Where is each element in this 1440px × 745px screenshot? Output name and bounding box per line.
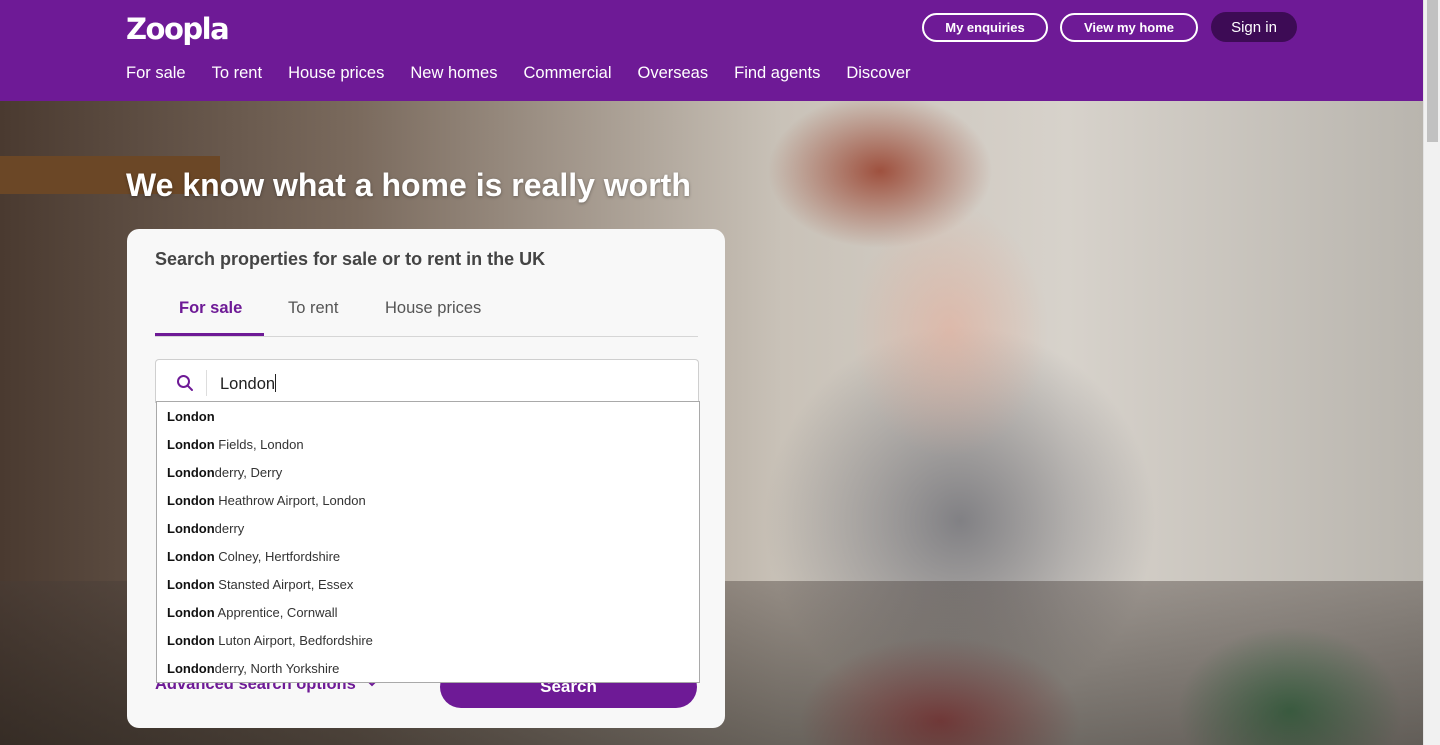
nav-for-sale[interactable]: For sale — [126, 64, 186, 83]
search-input[interactable]: London — [220, 374, 277, 394]
nav-find-agents[interactable]: Find agents — [734, 64, 820, 83]
sign-in-button[interactable]: Sign in — [1211, 12, 1297, 42]
suggestion-item[interactable]: London Colney, Hertfordshire — [167, 549, 340, 564]
nav-overseas[interactable]: Overseas — [638, 64, 709, 83]
autocomplete-dropdown: London London Fields, London Londonderry… — [156, 401, 700, 683]
tab-house-prices[interactable]: House prices — [385, 299, 481, 318]
suggestion-item[interactable]: London Fields, London — [167, 437, 304, 452]
location-search-field[interactable]: London — [155, 359, 699, 403]
nav-new-homes[interactable]: New homes — [410, 64, 497, 83]
view-my-home-button[interactable]: View my home — [1060, 13, 1198, 42]
tab-for-sale[interactable]: For sale — [179, 299, 242, 318]
suggestion-item[interactable]: Londonderry, Derry — [167, 465, 282, 480]
page-scrollbar[interactable] — [1423, 0, 1440, 745]
suggestion-item[interactable]: London Luton Airport, Bedfordshire — [167, 633, 373, 648]
nav-discover[interactable]: Discover — [846, 64, 910, 83]
suggestion-item[interactable]: Londonderry, North Yorkshire — [167, 661, 339, 676]
search-icon — [177, 375, 193, 391]
suggestion-item[interactable]: Londonderry — [167, 521, 244, 536]
nav-to-rent[interactable]: To rent — [212, 64, 262, 83]
site-header: Zoopla My enquiries View my home Sign in… — [0, 0, 1423, 101]
suggestion-item[interactable]: London — [167, 409, 215, 424]
search-divider — [206, 370, 207, 396]
hero-title: We know what a home is really worth — [126, 167, 691, 203]
suggestion-item[interactable]: London Stansted Airport, Essex — [167, 577, 353, 592]
scrollbar-thumb[interactable] — [1427, 0, 1438, 142]
active-tab-indicator — [155, 333, 264, 336]
search-card-title: Search properties for sale or to rent in… — [155, 249, 546, 269]
zoopla-logo[interactable]: Zoopla — [126, 12, 230, 46]
main-nav: For sale To rent House prices New homes … — [126, 64, 937, 83]
search-tabs: For sale To rent House prices — [155, 295, 698, 337]
tab-to-rent[interactable]: To rent — [288, 299, 338, 318]
nav-house-prices[interactable]: House prices — [288, 64, 384, 83]
nav-commercial[interactable]: Commercial — [523, 64, 611, 83]
my-enquiries-button[interactable]: My enquiries — [922, 13, 1048, 42]
suggestion-item[interactable]: London Heathrow Airport, London — [167, 493, 366, 508]
search-input-value: London — [220, 375, 276, 393]
suggestion-item[interactable]: London Apprentice, Cornwall — [167, 605, 338, 620]
text-caret — [275, 374, 277, 392]
